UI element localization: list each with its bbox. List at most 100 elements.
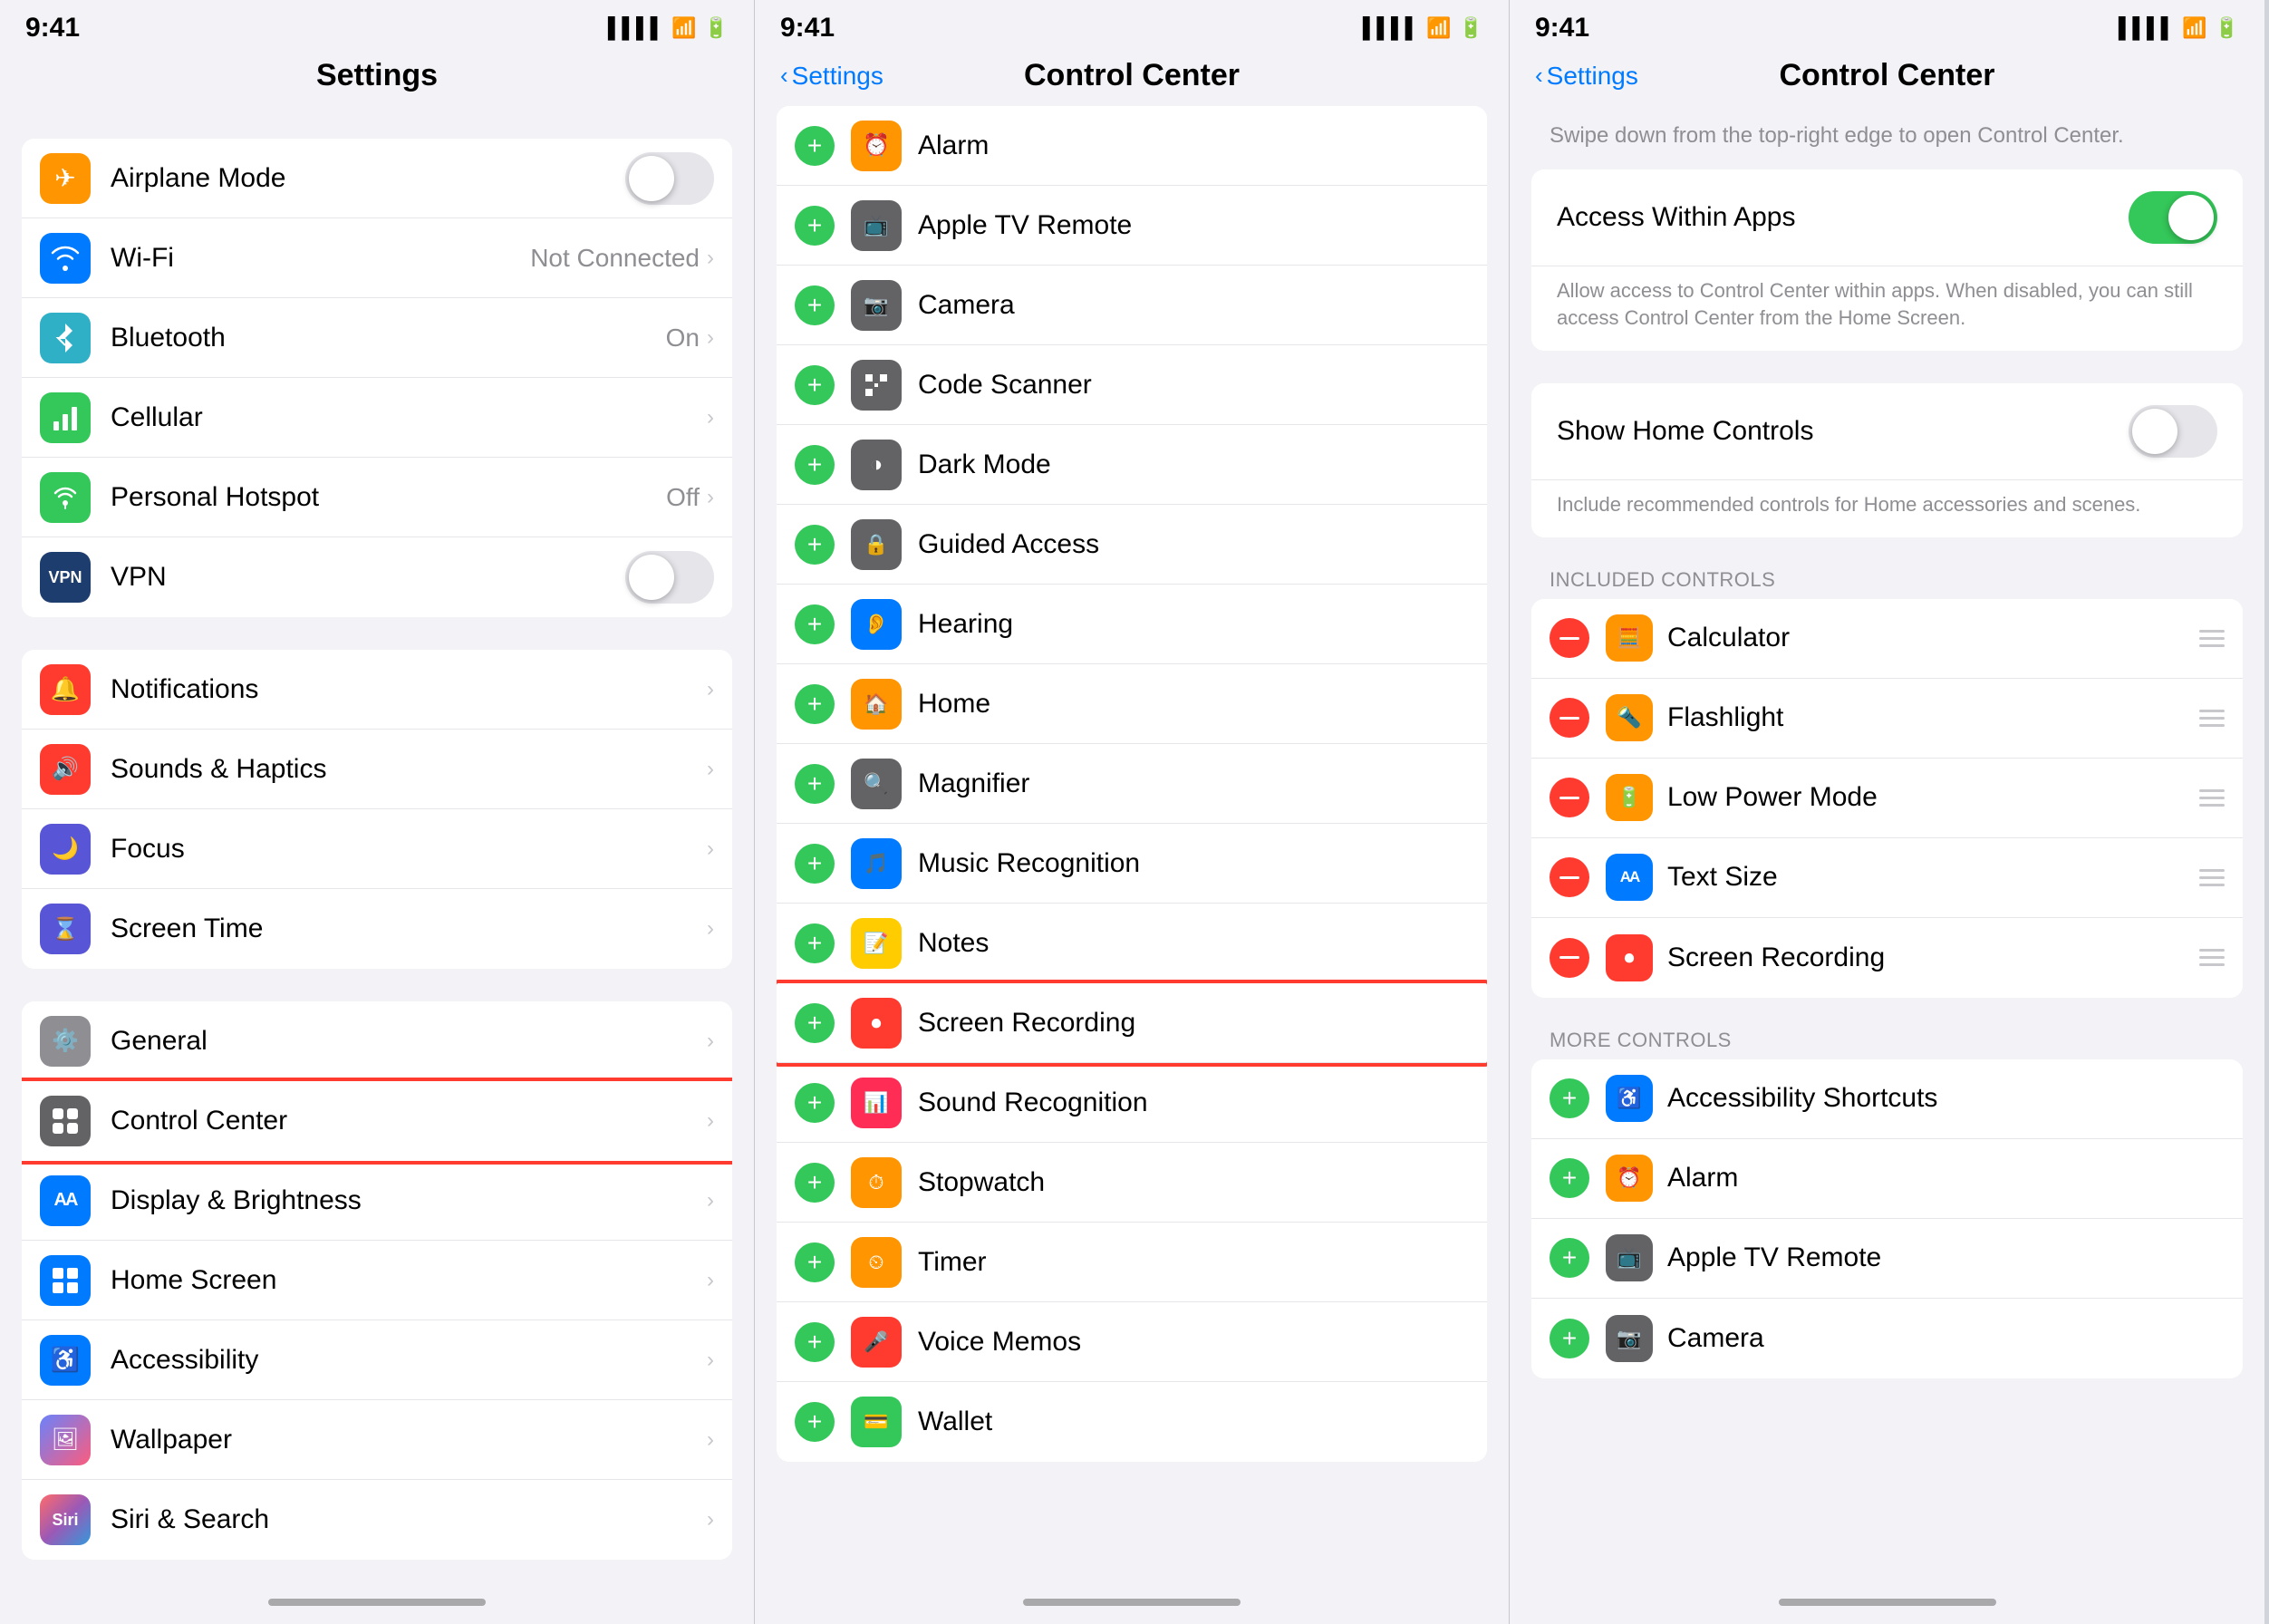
p2-notes-row[interactable]: + 📝 Notes [777, 904, 1487, 983]
camera-more-row[interactable]: 📷 Camera [1531, 1299, 2243, 1378]
settings-list[interactable]: ✈ Airplane Mode Wi-Fi Not Connected [0, 106, 754, 1588]
p2-home-plus[interactable]: + [795, 684, 835, 724]
notifications-row[interactable]: 🔔 Notifications › [22, 650, 732, 730]
sounds-row[interactable]: 🔊 Sounds & Haptics › [22, 730, 732, 809]
airplane-mode-row[interactable]: ✈ Airplane Mode [22, 139, 732, 218]
appletv-more-row[interactable]: 📺 Apple TV Remote [1531, 1219, 2243, 1299]
p2-darkmode-row[interactable]: + ◑ Dark Mode [777, 425, 1487, 505]
screenrec-drag-handle[interactable] [2199, 949, 2225, 966]
screenrec-minus-btn[interactable] [1550, 938, 1589, 978]
camera-more-label: Camera [1667, 1323, 2225, 1354]
p2-stopwatch-plus[interactable]: + [795, 1163, 835, 1203]
p2-wallet-row[interactable]: + 💳 Wallet [777, 1382, 1487, 1462]
p2-soundrecog-icon: 📊 [851, 1078, 902, 1128]
p2-hearing-plus[interactable]: + [795, 604, 835, 644]
p2-soundrecog-plus[interactable]: + [795, 1083, 835, 1123]
siri-row[interactable]: Siri Siri & Search › [22, 1480, 732, 1560]
access-toggle[interactable] [2129, 191, 2217, 244]
lowpower-drag-handle[interactable] [2199, 789, 2225, 807]
p2-magnifier-plus[interactable]: + [795, 764, 835, 804]
accshortcuts-plus-btn[interactable] [1550, 1078, 1589, 1118]
notifications-chevron: › [707, 677, 714, 702]
p2-musicrecog-row[interactable]: + 🎵 Music Recognition [777, 824, 1487, 904]
p2-alarm-row[interactable]: + ⏰ Alarm [777, 106, 1487, 186]
screentime-label: Screen Time [111, 914, 263, 944]
p2-screenrecording-row[interactable]: + ⏺ Screen Recording [777, 983, 1487, 1063]
screentime-content: Screen Time › [111, 914, 714, 944]
wallpaper-label: Wallpaper [111, 1425, 232, 1455]
p2-gap-end [755, 1462, 1509, 1494]
p2-guidedaccess-plus[interactable]: + [795, 525, 835, 565]
p2-screenrecording-plus[interactable]: + [795, 1003, 835, 1043]
p2-camera-plus[interactable]: + [795, 285, 835, 325]
p2-hearing-row[interactable]: + 👂 Hearing [777, 585, 1487, 664]
panel2-list[interactable]: + ⏰ Alarm + 📺 Apple TV Remote + 📷 Camera… [755, 106, 1509, 1588]
p2-magnifier-row[interactable]: + 🔍 Magnifier [777, 744, 1487, 824]
appletv-more-plus-btn[interactable] [1550, 1238, 1589, 1278]
calc-control-row[interactable]: 🧮 Calculator [1531, 599, 2243, 679]
vpn-row[interactable]: VPN VPN [22, 537, 732, 617]
p2-notes-plus[interactable]: + [795, 923, 835, 963]
general-row[interactable]: ⚙️ General › [22, 1001, 732, 1081]
accshortcuts-control-row[interactable]: ♿ Accessibility Shortcuts [1531, 1059, 2243, 1139]
lowpower-control-row[interactable]: 🔋 Low Power Mode [1531, 759, 2243, 838]
camera-more-plus-btn[interactable] [1550, 1319, 1589, 1358]
alarm-more-row[interactable]: ⏰ Alarm [1531, 1139, 2243, 1219]
focus-row[interactable]: 🌙 Focus › [22, 809, 732, 889]
access-toggle-row[interactable]: Access Within Apps [1531, 169, 2243, 266]
section-gap-2 [0, 617, 754, 650]
p2-home-row[interactable]: + 🏠 Home [777, 664, 1487, 744]
screentime-icon: ⌛ [40, 904, 91, 954]
vpn-toggle[interactable] [625, 551, 714, 604]
p2-musicrecog-label: Music Recognition [918, 848, 1140, 879]
cellular-row[interactable]: Cellular › [22, 378, 732, 458]
lowpower-minus-btn[interactable] [1550, 778, 1589, 817]
p2-camera-row[interactable]: + 📷 Camera [777, 266, 1487, 345]
p2-appletv-row[interactable]: + 📺 Apple TV Remote [777, 186, 1487, 266]
p2-voicememos-plus[interactable]: + [795, 1322, 835, 1362]
wifi-content: Wi-Fi Not Connected › [111, 243, 714, 274]
calc-minus-btn[interactable] [1550, 618, 1589, 658]
p2-wallet-plus[interactable]: + [795, 1402, 835, 1442]
access-desc: Allow access to Control Center within ap… [1531, 266, 2243, 352]
flashlight-minus-btn[interactable] [1550, 698, 1589, 738]
display-row[interactable]: AA Display & Brightness › [22, 1161, 732, 1241]
accessibility-row[interactable]: ♿ Accessibility › [22, 1320, 732, 1400]
panel3-back-btn[interactable]: ‹ Settings [1535, 62, 1638, 91]
p2-codescanner-plus[interactable]: + [795, 365, 835, 405]
p2-appletv-plus[interactable]: + [795, 206, 835, 246]
calc-drag-handle[interactable] [2199, 630, 2225, 647]
hotspot-row[interactable]: Personal Hotspot Off › [22, 458, 732, 537]
flashlight-drag-handle[interactable] [2199, 710, 2225, 727]
textsize-drag-handle[interactable] [2199, 869, 2225, 886]
p2-timer-plus[interactable]: + [795, 1242, 835, 1282]
textsize-minus-btn[interactable] [1550, 857, 1589, 897]
wifi-row[interactable]: Wi-Fi Not Connected › [22, 218, 732, 298]
p2-soundrecog-row[interactable]: + 📊 Sound Recognition [777, 1063, 1487, 1143]
wallpaper-row[interactable]: 🖼 Wallpaper › [22, 1400, 732, 1480]
drag-line [2199, 869, 2225, 872]
flashlight-control-row[interactable]: 🔦 Flashlight [1531, 679, 2243, 759]
alarm-more-plus-btn[interactable] [1550, 1158, 1589, 1198]
screenrec-control-row[interactable]: ⏺ Screen Recording [1531, 918, 2243, 998]
home-controls-toggle[interactable] [2129, 405, 2217, 458]
p2-stopwatch-row[interactable]: + ⏱ Stopwatch [777, 1143, 1487, 1223]
panel3-content[interactable]: Swipe down from the top-right edge to op… [1510, 106, 2264, 1588]
homescreen-row[interactable]: Home Screen › [22, 1241, 732, 1320]
p2-voicememos-row[interactable]: + 🎤 Voice Memos [777, 1302, 1487, 1382]
textsize-control-row[interactable]: AA Text Size [1531, 838, 2243, 918]
p2-timer-row[interactable]: + ⏲ Timer [777, 1223, 1487, 1302]
p2-alarm-plus[interactable]: + [795, 126, 835, 166]
accshortcuts-label: Accessibility Shortcuts [1667, 1083, 2225, 1114]
p2-guidedaccess-row[interactable]: + 🔒 Guided Access [777, 505, 1487, 585]
p2-darkmode-plus[interactable]: + [795, 445, 835, 485]
screentime-row[interactable]: ⌛ Screen Time › [22, 889, 732, 969]
bluetooth-row[interactable]: Bluetooth On › [22, 298, 732, 378]
panel2-back-btn[interactable]: ‹ Settings [780, 62, 883, 91]
controlcenter-row[interactable]: Control Center › [22, 1081, 732, 1161]
home-controls-toggle-row[interactable]: Show Home Controls [1531, 383, 2243, 480]
bluetooth-status: On [666, 324, 700, 353]
p2-codescanner-row[interactable]: + Code Scanner [777, 345, 1487, 425]
airplane-toggle[interactable] [625, 152, 714, 205]
p2-musicrecog-plus[interactable]: + [795, 844, 835, 884]
